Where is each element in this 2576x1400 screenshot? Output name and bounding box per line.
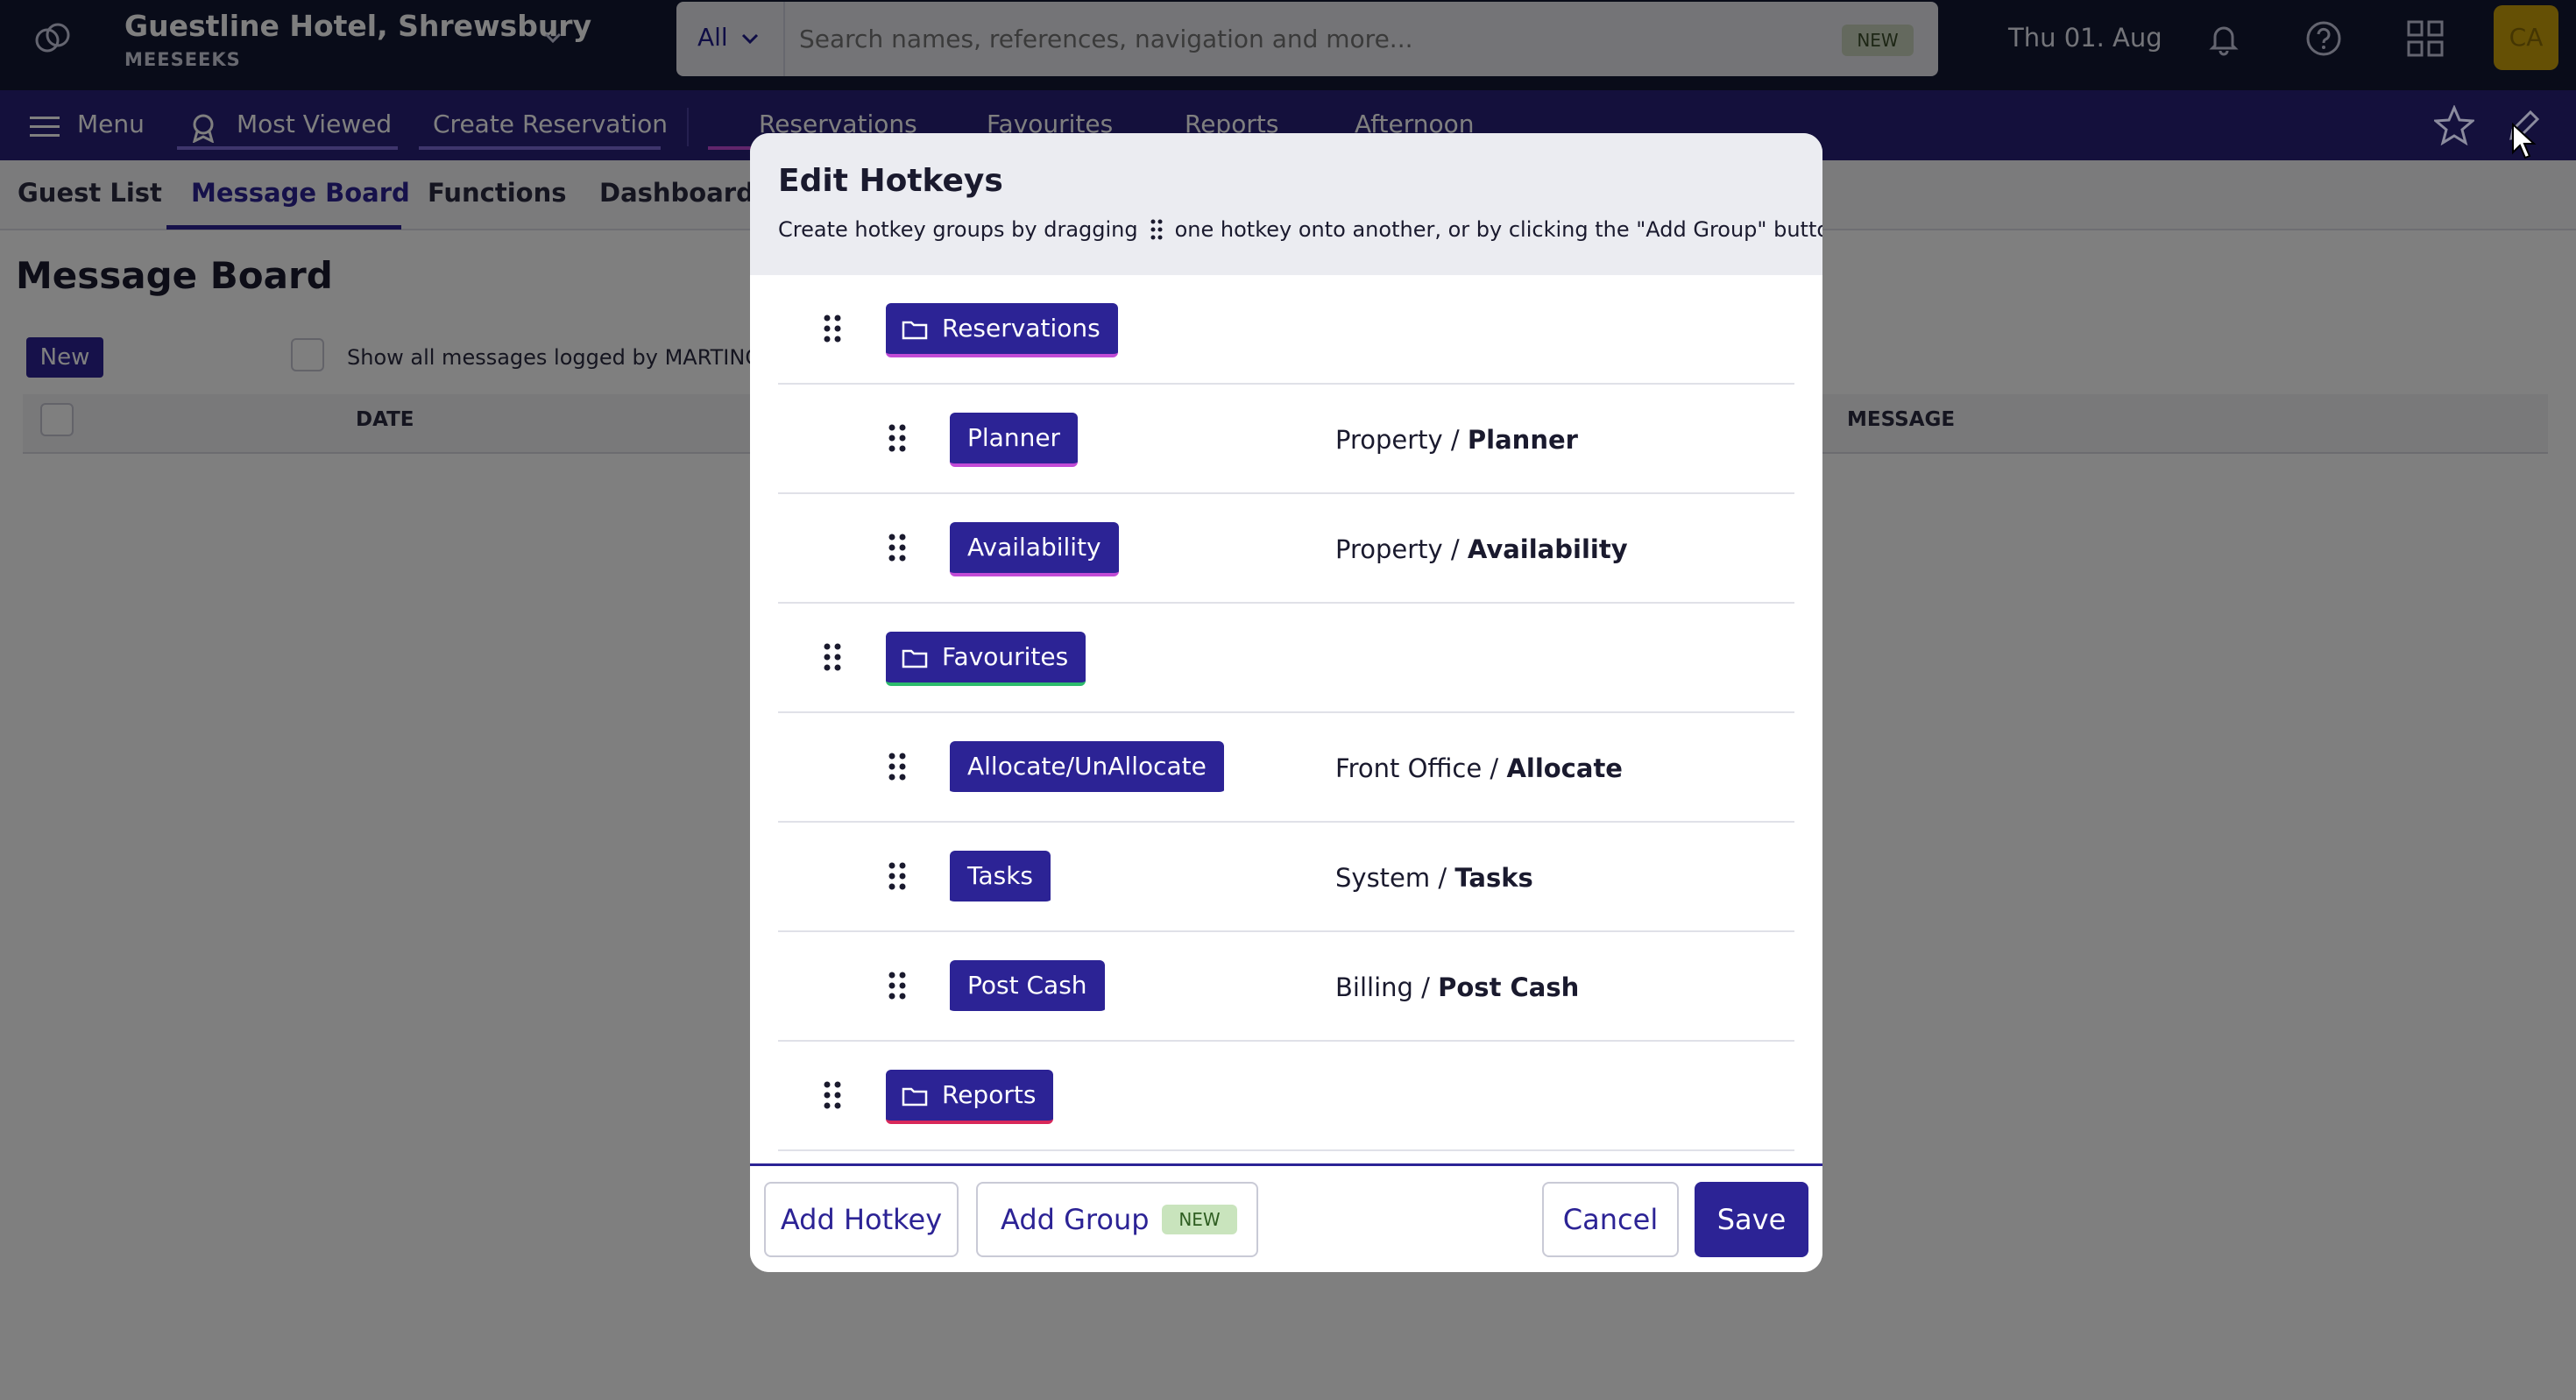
new-badge: NEW bbox=[1162, 1205, 1237, 1234]
hotkey-path-prefix: Front Office / bbox=[1335, 753, 1499, 783]
folder-icon bbox=[902, 321, 928, 340]
hotkey-chip[interactable]: Post Cash bbox=[950, 960, 1105, 1015]
save-button[interactable]: Save bbox=[1695, 1182, 1808, 1257]
drag-handle-icon[interactable] bbox=[824, 1080, 841, 1110]
hotkey-chip[interactable]: Availability bbox=[950, 522, 1119, 576]
hotkey-chip[interactable]: Tasks bbox=[950, 851, 1051, 905]
mouse-cursor-icon bbox=[2512, 123, 2537, 159]
dialog-title: Edit Hotkeys bbox=[778, 163, 1003, 199]
hotkey-path: Property / Planner bbox=[1335, 425, 1578, 455]
hotkey-group-chip[interactable]: Reservations bbox=[886, 303, 1118, 357]
star-icon[interactable] bbox=[2434, 105, 2474, 145]
hotkey-path-name: Tasks bbox=[1454, 863, 1533, 893]
hotkey-group-label: Favourites bbox=[942, 642, 1069, 671]
edit-hotkeys-dialog: Edit Hotkeys Create hotkey groups by dra… bbox=[750, 133, 1822, 1272]
hotkey-group-chip[interactable]: Reports bbox=[886, 1070, 1054, 1124]
cancel-button[interactable]: Cancel bbox=[1542, 1182, 1679, 1257]
hotkey-path-prefix: Billing / bbox=[1335, 972, 1430, 1002]
hotkey-row: Availability Property / Availability bbox=[778, 494, 1794, 604]
hotkey-path-prefix: Property / bbox=[1335, 534, 1460, 564]
hotkey-path-prefix: Property / bbox=[1335, 425, 1460, 455]
hotkey-row: Tasks System / Tasks bbox=[778, 823, 1794, 932]
hotkey-path: Property / Availability bbox=[1335, 534, 1628, 564]
drag-handle-icon[interactable] bbox=[888, 533, 906, 562]
hotkey-path-name: Post Cash bbox=[1438, 972, 1580, 1002]
dialog-description: Create hotkey groups by dragging one hot… bbox=[778, 217, 1822, 242]
hotkey-group-row: Reservations bbox=[778, 275, 1794, 385]
folder-icon bbox=[902, 1087, 928, 1107]
description-start: Create hotkey groups by dragging bbox=[778, 217, 1138, 242]
hotkey-group-row: Favourites bbox=[778, 604, 1794, 713]
hotkey-group-label: Reservations bbox=[942, 314, 1100, 343]
hotkey-group-row: Reports bbox=[778, 1042, 1794, 1151]
hotkey-path: Billing / Post Cash bbox=[1335, 972, 1579, 1002]
hotkey-path: System / Tasks bbox=[1335, 863, 1533, 893]
add-group-button[interactable]: Add Group NEW bbox=[976, 1182, 1258, 1257]
hotkey-row: Post Cash Billing / Post Cash bbox=[778, 932, 1794, 1042]
hotkey-path-name: Allocate bbox=[1506, 753, 1623, 783]
hotkey-group-label: Reports bbox=[942, 1080, 1037, 1109]
hotkey-path-prefix: System / bbox=[1335, 863, 1447, 893]
drag-handle-icon[interactable] bbox=[888, 752, 906, 781]
hotkey-path: Front Office / Allocate bbox=[1335, 753, 1623, 783]
hotkey-row: Allocate/UnAllocate Front Office / Alloc… bbox=[778, 713, 1794, 823]
drag-handle-icon[interactable] bbox=[888, 861, 906, 891]
dialog-header: Edit Hotkeys Create hotkey groups by dra… bbox=[750, 133, 1822, 275]
hotkey-row: Planner Property / Planner bbox=[778, 385, 1794, 494]
hotkey-chip[interactable]: Planner bbox=[950, 413, 1079, 467]
drag-handle-icon[interactable] bbox=[888, 423, 906, 453]
hotkey-list: Reservations Planner Property / Planner bbox=[778, 275, 1794, 1151]
hotkey-path-name: Availability bbox=[1467, 534, 1628, 564]
drag-handle-icon bbox=[1150, 219, 1163, 240]
add-group-label: Add Group bbox=[1001, 1203, 1150, 1236]
hotkey-group-chip[interactable]: Favourites bbox=[886, 632, 1086, 686]
folder-icon bbox=[902, 649, 928, 668]
dialog-footer: Add Hotkey Add Group NEW Cancel Save bbox=[750, 1163, 1822, 1272]
drag-handle-icon[interactable] bbox=[888, 971, 906, 1001]
hotkey-chip[interactable]: Allocate/UnAllocate bbox=[950, 741, 1224, 795]
add-hotkey-button[interactable]: Add Hotkey bbox=[764, 1182, 959, 1257]
drag-handle-icon[interactable] bbox=[824, 642, 841, 672]
description-end: one hotkey onto another, or by clicking … bbox=[1174, 217, 1822, 242]
hotkey-path-name: Planner bbox=[1467, 425, 1578, 455]
drag-handle-icon[interactable] bbox=[824, 314, 841, 343]
